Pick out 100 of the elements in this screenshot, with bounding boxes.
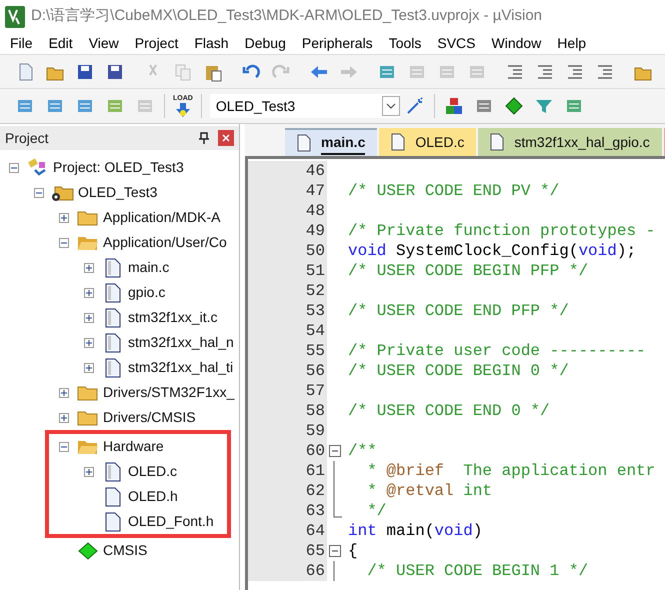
file-tab[interactable]: OLED.c bbox=[379, 128, 476, 156]
code-line: */ bbox=[366, 501, 386, 521]
blocks-icon[interactable] bbox=[444, 96, 464, 116]
line-number: 65 bbox=[248, 541, 327, 561]
line-number: 49 bbox=[248, 221, 327, 241]
file-icon bbox=[105, 282, 121, 302]
line-number: 54 bbox=[248, 321, 327, 341]
code-line: /* Private user code ---------- bbox=[347, 341, 646, 361]
tree-item[interactable]: OLED.h bbox=[128, 486, 178, 507]
expand-icon[interactable] bbox=[59, 212, 69, 222]
file-tab[interactable]: stm32f1xx_hal_gpio.c bbox=[478, 128, 662, 156]
file-tab[interactable]: main.c bbox=[285, 128, 378, 156]
line-number: 53 bbox=[248, 301, 327, 321]
diamond-icon[interactable] bbox=[504, 96, 524, 116]
folder-icon bbox=[77, 408, 99, 426]
tree-item[interactable]: stm32f1xx_it.c bbox=[128, 307, 218, 328]
code-line: * @retval int bbox=[366, 481, 492, 501]
collapse-icon[interactable] bbox=[59, 238, 69, 248]
file-icon bbox=[105, 308, 121, 328]
expand-icon[interactable] bbox=[84, 262, 94, 272]
folder-icon bbox=[77, 384, 99, 402]
file-icon bbox=[105, 462, 121, 482]
tree-item[interactable]: Hardware bbox=[103, 436, 164, 457]
expand-icon[interactable] bbox=[84, 288, 94, 298]
menu-item[interactable]: Peripherals bbox=[294, 33, 381, 54]
expand-icon[interactable] bbox=[84, 362, 94, 372]
code-line: /* USER CODE BEGIN PFP */ bbox=[347, 261, 588, 281]
expand-icon[interactable] bbox=[59, 388, 69, 398]
code-line: void SystemClock_Config(void); bbox=[347, 241, 636, 261]
app-logo-icon bbox=[5, 6, 25, 28]
file-icon bbox=[105, 486, 121, 506]
window-title: D:\语言学习\CubeMX\OLED_Test3\MDK-ARM\OLED_Test3.uvprojx - µVision bbox=[31, 6, 542, 26]
line-number: 64 bbox=[248, 521, 327, 541]
line-number: 66 bbox=[248, 561, 327, 581]
collapse-icon[interactable] bbox=[34, 188, 44, 198]
line-number: 60 bbox=[248, 441, 327, 461]
magic-wand-icon[interactable] bbox=[404, 96, 425, 116]
tree-item[interactable]: OLED_Test3 bbox=[78, 182, 158, 203]
line-number: 63 bbox=[248, 501, 327, 521]
expand-icon[interactable] bbox=[84, 338, 94, 348]
line-number: 59 bbox=[248, 421, 327, 441]
fold-line bbox=[333, 561, 335, 581]
code-line: /* USER CODE END PV */ bbox=[347, 181, 560, 201]
line-number: 55 bbox=[248, 341, 327, 361]
folder-gear-icon bbox=[51, 184, 75, 202]
menu-item[interactable]: SVCS bbox=[429, 33, 484, 54]
panel-title: Project bbox=[5, 128, 50, 148]
menu-item[interactable]: View bbox=[80, 33, 127, 54]
tree-item[interactable]: stm32f1xx_hal_ti bbox=[128, 357, 234, 378]
file-icon bbox=[105, 358, 121, 378]
menu-item[interactable]: Tools bbox=[380, 33, 430, 54]
tree-item[interactable]: Drivers/STM32F1xx_ bbox=[103, 382, 234, 403]
line-number: 51 bbox=[248, 261, 327, 281]
file-icon bbox=[105, 258, 121, 278]
tree-item[interactable]: OLED_Font.h bbox=[128, 511, 214, 532]
tree-item[interactable]: OLED.c bbox=[128, 461, 178, 482]
expand-icon[interactable] bbox=[59, 412, 69, 422]
tree-item[interactable]: gpio.c bbox=[128, 282, 166, 303]
menu-item[interactable]: File bbox=[2, 33, 41, 54]
line-number: 61 bbox=[248, 461, 327, 481]
line-number: 57 bbox=[248, 381, 327, 401]
line-number: 58 bbox=[248, 401, 327, 421]
chevron-down-icon[interactable] bbox=[382, 96, 400, 116]
close-icon[interactable] bbox=[218, 130, 234, 146]
target-select[interactable]: OLED_Test3 bbox=[210, 94, 400, 118]
diamond-icon bbox=[77, 542, 99, 560]
menu-item[interactable]: Debug bbox=[236, 33, 294, 54]
tree-item[interactable]: Project: OLED_Test3 bbox=[53, 157, 184, 178]
file-icon bbox=[391, 133, 406, 151]
code-line: /** bbox=[347, 441, 377, 461]
tree-item[interactable]: Application/User/Co bbox=[103, 232, 227, 253]
tree-item[interactable]: Application/MDK-A bbox=[103, 207, 220, 228]
line-number: 48 bbox=[248, 201, 327, 221]
menu-item[interactable]: Project bbox=[126, 33, 186, 54]
expand-icon[interactable] bbox=[84, 466, 94, 476]
collapse-icon[interactable] bbox=[59, 442, 69, 452]
code-line: /* USER CODE END PFP */ bbox=[347, 301, 569, 321]
collapse-icon[interactable] bbox=[9, 162, 19, 172]
line-number: 52 bbox=[248, 281, 327, 301]
menu-item[interactable]: Flash bbox=[186, 33, 237, 54]
tree-item[interactable]: Drivers/CMSIS bbox=[103, 407, 196, 428]
menu-item[interactable]: Help bbox=[549, 33, 594, 54]
tree-item[interactable]: CMSIS bbox=[103, 540, 148, 561]
line-number: 47 bbox=[248, 181, 327, 201]
folder-icon bbox=[77, 208, 99, 226]
file-icon bbox=[490, 133, 504, 151]
tree-item[interactable]: stm32f1xx_hal_n bbox=[128, 332, 234, 353]
code-line: int main(void) bbox=[347, 521, 482, 541]
menu-item[interactable]: Window bbox=[484, 33, 550, 54]
file-icon bbox=[105, 512, 121, 532]
line-number: 62 bbox=[248, 481, 327, 501]
line-number: 50 bbox=[248, 241, 327, 261]
menu-item[interactable]: Edit bbox=[40, 33, 81, 54]
pin-icon[interactable] bbox=[198, 132, 210, 144]
line-number: 46 bbox=[248, 161, 327, 181]
file-icon bbox=[105, 332, 121, 352]
file-icon bbox=[297, 134, 311, 152]
expand-icon[interactable] bbox=[84, 312, 94, 322]
tree-item[interactable]: main.c bbox=[128, 257, 170, 278]
code-line: * @brief The application entr bbox=[366, 461, 656, 481]
